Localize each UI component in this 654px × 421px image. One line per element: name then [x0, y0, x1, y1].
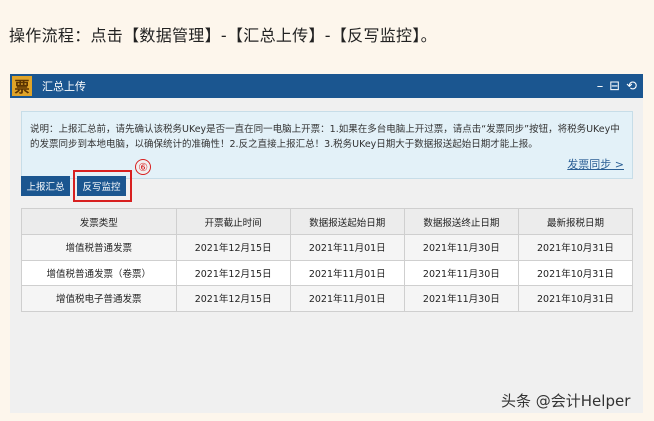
table-cell: 增值税普通发票（卷票）	[21, 259, 177, 286]
step-number: ⑥	[135, 159, 151, 175]
table-cell: 2021年11月01日	[289, 285, 405, 312]
col-header: 开票截止时间	[175, 208, 291, 235]
table-cell: 2021年10月31日	[517, 234, 634, 261]
summary-table: 发票类型 开票截止时间 数据报送起始日期 数据报送终止日期 最新报税日期 增值税…	[21, 208, 634, 312]
invoice-logo-icon: 票	[12, 76, 32, 96]
table-cell: 增值税普通发票	[21, 234, 177, 261]
table-cell: 2021年11月01日	[289, 234, 405, 261]
table-cell: 2021年10月31日	[517, 285, 634, 312]
back-icon[interactable]: ⟲	[626, 79, 637, 94]
table-cell: 2021年11月30日	[403, 234, 519, 261]
table-row[interactable]: 增值税电子普通发票 2021年12月15日 2021年11月01日 2021年11月3…	[21, 285, 634, 312]
table-row[interactable]: 增值税普通发票（卷票） 2021年12月15日 2021年11月01日 2021年11…	[21, 259, 634, 286]
table-cell: 2021年11月01日	[289, 259, 405, 286]
col-header: 发票类型	[21, 208, 177, 235]
title-bar: 票 汇总上传 – ⊟ ⟲	[10, 74, 643, 98]
col-header: 最新报税日期	[517, 208, 634, 235]
table-cell: 2021年11月30日	[403, 285, 519, 312]
table-cell: 2021年12月15日	[175, 234, 291, 261]
report-summary-button[interactable]: 上报汇总	[21, 176, 70, 196]
minimize-icon[interactable]: –	[597, 79, 604, 94]
summary-upload-window: 票 汇总上传 – ⊟ ⟲ 说明：上报汇总前，请先确认该税务UKey是否一直在同一…	[10, 74, 643, 413]
window-title: 汇总上传	[42, 80, 86, 93]
invoice-sync-link[interactable]: 发票同步 >	[567, 157, 624, 172]
col-header: 数据报送终止日期	[403, 208, 519, 235]
intro-text: 操作流程：点击【数据管理】-【汇总上传】-【反写监控】。	[9, 26, 437, 45]
table-cell: 2021年12月15日	[175, 259, 291, 286]
table-cell: 2021年10月31日	[517, 259, 634, 286]
notice-text: 说明：上报汇总前，请先确认该税务UKey是否一直在同一电脑上开票：1.如果在多台…	[30, 124, 620, 150]
table-row[interactable]: 增值税普通发票 2021年12月15日 2021年11月01日 2021年11月30日…	[21, 234, 634, 261]
maximize-icon[interactable]: ⊟	[609, 79, 620, 94]
table-cell: 增值税电子普通发票	[21, 285, 177, 312]
notice-box: 说明：上报汇总前，请先确认该税务UKey是否一直在同一电脑上开票：1.如果在多台…	[21, 111, 633, 179]
highlight-box	[73, 170, 132, 202]
table-cell: 2021年12月15日	[175, 285, 291, 312]
table-cell: 2021年11月30日	[403, 259, 519, 286]
watermark: 头条 @会计Helper	[501, 392, 631, 410]
col-header: 数据报送起始日期	[289, 208, 405, 235]
